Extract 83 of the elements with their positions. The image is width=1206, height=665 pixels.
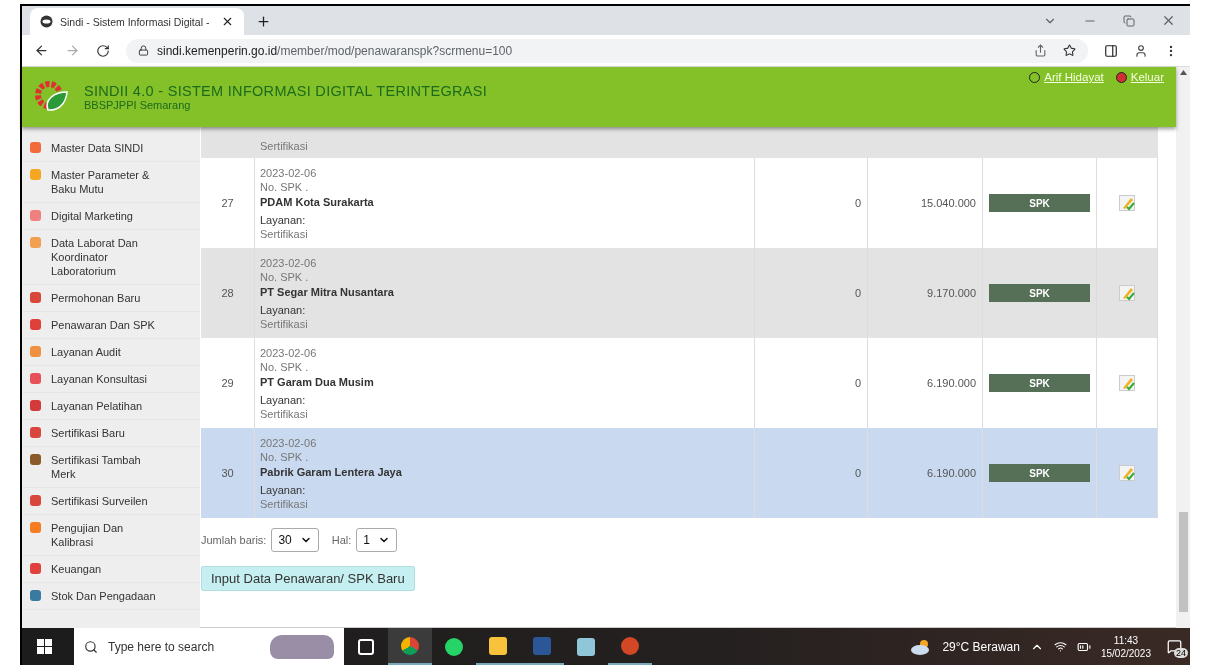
company-name: PT Segar Mitra Nusantara bbox=[260, 284, 395, 300]
service-label: Layanan: bbox=[260, 482, 307, 497]
date-text: 2023-02-06 bbox=[260, 255, 318, 270]
new-tab-icon[interactable] bbox=[256, 14, 271, 29]
service-value: Sertifikasi bbox=[260, 139, 308, 153]
scroll-up-arrow-icon[interactable] bbox=[1179, 70, 1187, 75]
service-label: Layanan: bbox=[260, 302, 307, 317]
date-text: 2023-02-06 bbox=[260, 165, 318, 180]
service-value: Sertifikasi bbox=[260, 226, 309, 241]
share-icon[interactable] bbox=[1034, 44, 1047, 57]
browser-tab[interactable]: Sindi - Sistem Informasi Digital - bbox=[30, 8, 244, 35]
rows-select[interactable]: 30 bbox=[271, 528, 319, 552]
search-icon bbox=[84, 639, 98, 654]
rows-label: Jumlah baris: bbox=[201, 534, 267, 546]
network-icon[interactable] bbox=[1053, 640, 1067, 653]
status-badge: SPK bbox=[989, 374, 1090, 392]
sidebar-item[interactable]: Sertifikasi Baru bbox=[22, 420, 200, 447]
service-value: Sertifikasi bbox=[260, 406, 309, 421]
sidebar-item[interactable]: Penawaran Dan SPK bbox=[22, 312, 200, 339]
side-panel-icon[interactable] bbox=[1104, 43, 1118, 58]
taskbar-search-field[interactable]: Type here to search bbox=[74, 628, 344, 665]
company-name: Pabrik Garam Lentera Jaya bbox=[260, 464, 403, 480]
spk-number: No. SPK . bbox=[260, 269, 310, 284]
edit-icon[interactable] bbox=[1118, 284, 1136, 302]
company-name: PT Garam Dua Musim bbox=[260, 374, 375, 390]
amount-cell: 6.190.000 bbox=[868, 428, 983, 518]
page-label: Hal: bbox=[331, 534, 352, 546]
back-icon[interactable] bbox=[34, 43, 49, 58]
date-text: 2023-02-06 bbox=[260, 435, 318, 450]
search-placeholder: Type here to search bbox=[108, 639, 215, 654]
tab-title: Sindi - Sistem Informasi Digital - bbox=[60, 15, 211, 28]
lock-icon bbox=[138, 45, 149, 56]
clock[interactable]: 11:43 15/02/2023 bbox=[1100, 633, 1151, 660]
sidebar-item[interactable]: Layanan Konsultasi bbox=[22, 366, 200, 393]
service-value: Sertifikasi bbox=[260, 316, 309, 331]
close-icon[interactable] bbox=[221, 15, 234, 28]
spk-number: No. SPK . bbox=[260, 449, 310, 464]
edit-icon[interactable] bbox=[1118, 464, 1136, 482]
sidebar-item[interactable]: Layanan Pelatihan bbox=[22, 393, 200, 420]
gear-leaf-logo bbox=[34, 80, 70, 114]
spk-number: No. SPK . bbox=[260, 179, 310, 194]
url-path: /member/mod/penawaranspk?scrmenu=100 bbox=[277, 43, 513, 58]
company-name: PDAM Kota Surakarta bbox=[260, 194, 375, 210]
sidebar-item[interactable]: Sertifikasi Tambah Merk bbox=[22, 447, 200, 488]
sidebar-item[interactable]: Pengujian Dan Kalibrasi bbox=[22, 515, 200, 556]
service-label: Layanan: bbox=[260, 392, 307, 407]
row-number: 30 bbox=[201, 428, 255, 518]
restore-icon[interactable] bbox=[1123, 14, 1135, 27]
address-field[interactable]: sindi.kemenperin.go.id/member/mod/penawaranspk?scrmenu=100 bbox=[126, 38, 1088, 63]
page-select[interactable]: 1 bbox=[356, 528, 398, 552]
sidebar-item[interactable]: Stok Dan Pengadaan bbox=[22, 583, 200, 610]
sidebar-item[interactable]: Permohonan Baru bbox=[22, 285, 200, 312]
profile-icon[interactable] bbox=[1134, 43, 1148, 58]
scroll-thumb[interactable] bbox=[1178, 512, 1188, 612]
service-value: Sertifikasi bbox=[260, 496, 309, 511]
table-cell: 0 bbox=[755, 428, 868, 518]
sidebar-item[interactable]: Sertifikasi Surveilen bbox=[22, 488, 200, 515]
sidebar-item[interactable]: Layanan Audit bbox=[22, 339, 200, 366]
site-subtitle: BBSPJPPI Semarang bbox=[84, 99, 192, 111]
sidebar-item[interactable]: Master Data SINDI bbox=[22, 135, 200, 162]
spk-number: No. SPK . bbox=[260, 359, 310, 374]
notification-count: 24 bbox=[1174, 648, 1188, 658]
sidebar-item[interactable]: Keuangan bbox=[22, 556, 200, 583]
edit-icon[interactable] bbox=[1118, 374, 1136, 392]
reload-icon[interactable] bbox=[96, 43, 110, 58]
date-text: 2023-02-06 bbox=[260, 345, 318, 360]
table-row[interactable]: 28 2023-02-06 No. SPK . PT Segar Mitra Nusantara Layanan: Sertifikasi 0 9.170.000 SPK bbox=[201, 248, 1158, 338]
star-icon[interactable] bbox=[1063, 44, 1076, 57]
status-badge: SPK bbox=[989, 284, 1090, 302]
globe-icon bbox=[40, 15, 53, 28]
scrollbar[interactable] bbox=[1176, 67, 1190, 628]
status-badge: SPK bbox=[989, 194, 1090, 212]
table-row[interactable]: 30 2023-02-06 No. SPK . Pabrik Garam Lentera Jaya Layanan: Sertifikasi 0 6.190.000 SPK bbox=[201, 428, 1158, 518]
site-title: SINDII 4.0 - SISTEM INFORMASI DIGITAL TERINTEGRASI bbox=[84, 83, 488, 99]
sidebar-item[interactable]: Digital Marketing bbox=[22, 203, 200, 230]
weather-text[interactable]: 29°C Berawan bbox=[942, 639, 1020, 654]
sidebar-item[interactable]: Data Laborat Dan Koordinator Laboratorium bbox=[22, 230, 200, 285]
sidebar-item[interactable]: Master Parameter & Baku Mutu bbox=[22, 162, 200, 203]
edit-icon[interactable] bbox=[1118, 194, 1136, 212]
url-domain: sindi.kemenperin.go.id bbox=[157, 43, 278, 58]
status-badge: SPK bbox=[989, 464, 1090, 482]
service-label: Layanan: bbox=[260, 212, 307, 227]
new-offer-button[interactable]: Input Data Penawaran/ SPK Baru bbox=[201, 566, 415, 591]
